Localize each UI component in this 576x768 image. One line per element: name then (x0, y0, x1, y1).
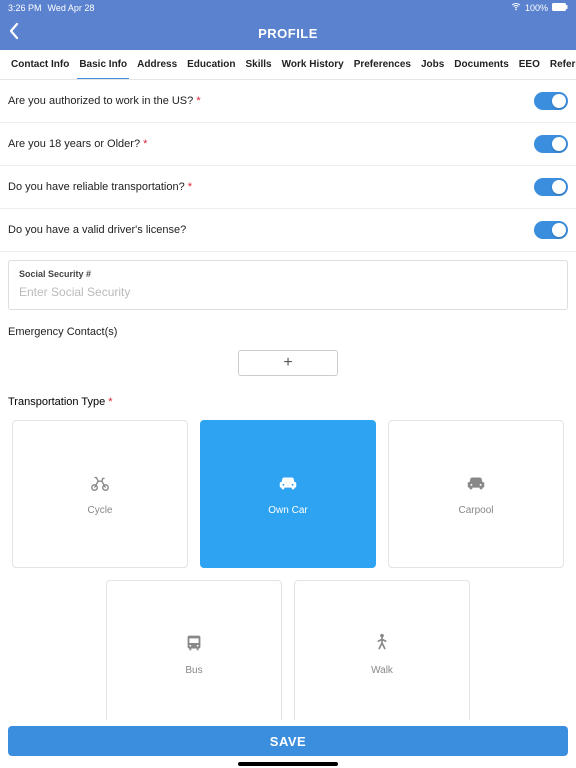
status-time: 3:26 PM (8, 3, 42, 13)
question-toggle[interactable] (534, 221, 568, 239)
question-row: Are you authorized to work in the US? * (0, 80, 576, 123)
back-button[interactable] (8, 22, 20, 44)
ssn-input[interactable] (19, 285, 557, 299)
ssn-field-container: Social Security # (8, 260, 568, 310)
tab-eeo[interactable]: EEO (514, 50, 545, 79)
tab-basic-info[interactable]: Basic Info (74, 50, 132, 79)
transport-option-label: Walk (371, 665, 393, 676)
bike-icon (89, 472, 111, 497)
transport-option-label: Bus (185, 665, 202, 676)
tab-work-history[interactable]: Work History (277, 50, 349, 79)
add-emergency-contact-button[interactable]: + (238, 350, 338, 376)
question-row: Do you have reliable transportation? * (0, 166, 576, 209)
wifi-icon (511, 3, 521, 13)
car-icon (277, 472, 299, 497)
save-button[interactable]: SAVE (8, 726, 568, 756)
question-toggle[interactable] (534, 92, 568, 110)
footer: SAVE (0, 720, 576, 768)
app-header: PROFILE (0, 16, 576, 50)
question-label: Are you authorized to work in the US? * (8, 95, 201, 107)
transport-option-label: Own Car (268, 505, 307, 516)
status-date: Wed Apr 28 (48, 3, 95, 13)
status-bar: 3:26 PM Wed Apr 28 100% (0, 0, 576, 16)
question-label: Are you 18 years or Older? * (8, 138, 147, 150)
content-scroll[interactable]: Are you authorized to work in the US? * A… (0, 80, 576, 720)
question-row: Are you 18 years or Older? * (0, 123, 576, 166)
bus-icon (183, 632, 205, 657)
page-title: PROFILE (0, 26, 576, 41)
transport-option-label: Cycle (87, 505, 112, 516)
question-label: Do you have reliable transportation? * (8, 181, 192, 193)
tab-preferences[interactable]: Preferences (349, 50, 416, 79)
question-label: Do you have a valid driver's license? (8, 224, 186, 236)
battery-pct: 100% (525, 3, 548, 13)
tab-contact-info[interactable]: Contact Info (6, 50, 74, 79)
battery-icon (552, 3, 568, 13)
transportation-type-label: Transportation Type * (0, 386, 576, 414)
transport-option-cycle[interactable]: Cycle (12, 420, 188, 568)
transport-option-own-car[interactable]: Own Car (200, 420, 376, 568)
tab-address[interactable]: Address (132, 50, 182, 79)
profile-tabs: Contact InfoBasic InfoAddressEducationSk… (0, 50, 576, 80)
ssn-label: Social Security # (19, 269, 557, 279)
walk-icon (371, 632, 393, 657)
tab-documents[interactable]: Documents (449, 50, 513, 79)
tab-skills[interactable]: Skills (240, 50, 276, 79)
transportation-grid: Cycle Own Car Carpool (0, 414, 576, 574)
transport-option-walk[interactable]: Walk (294, 580, 470, 720)
transport-option-label: Carpool (458, 505, 493, 516)
tab-references[interactable]: References (545, 50, 576, 79)
question-toggle[interactable] (534, 178, 568, 196)
tab-jobs[interactable]: Jobs (416, 50, 449, 79)
carpool-icon (465, 472, 487, 497)
tab-education[interactable]: Education (182, 50, 240, 79)
question-row: Do you have a valid driver's license? (0, 209, 576, 252)
home-indicator (238, 762, 338, 766)
plus-icon: + (283, 354, 292, 371)
question-toggle[interactable] (534, 135, 568, 153)
transportation-grid-row2: Bus Walk (0, 574, 576, 720)
emergency-contacts-label: Emergency Contact(s) (0, 318, 576, 346)
transport-option-carpool[interactable]: Carpool (388, 420, 564, 568)
transport-option-bus[interactable]: Bus (106, 580, 282, 720)
